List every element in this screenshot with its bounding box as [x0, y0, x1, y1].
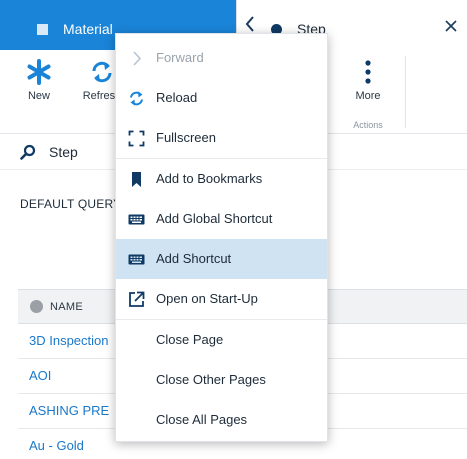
row-link[interactable]: Au - Gold: [29, 438, 84, 453]
ribbon-divider: [405, 56, 406, 128]
material-tab-icon: [37, 24, 48, 35]
new-button[interactable]: New: [16, 50, 62, 114]
refresh-icon: [89, 59, 115, 85]
more-vertical-icon: [355, 59, 381, 85]
menu-item-label: Close Page: [156, 332, 224, 347]
ribbon-group-label: Actions: [353, 120, 383, 130]
status-column-icon: [30, 300, 43, 313]
menu-item-add-global-shortcut[interactable]: Add Global Shortcut: [116, 199, 327, 239]
fullscreen-icon: [128, 130, 145, 147]
menu-item-label: Close All Pages: [156, 412, 248, 427]
menu-item-label: Forward: [156, 50, 204, 65]
menu-item-add-to-bookmarks[interactable]: Add to Bookmarks: [116, 159, 327, 199]
menu-item-reload[interactable]: Reload: [116, 78, 327, 118]
menu-item-close-other-pages[interactable]: Close Other Pages: [116, 360, 327, 400]
keyboard-icon: [128, 251, 145, 268]
tab-material-label: Material: [63, 21, 113, 37]
menu-item-label: Open on Start-Up: [156, 291, 258, 306]
chevron-left-icon[interactable]: [244, 15, 260, 35]
open-external-icon: [128, 291, 145, 308]
menu-item-forward: Forward: [116, 38, 327, 78]
tab-context-menu: Forward Reload Fullscreen Add to Bookmar…: [115, 33, 328, 442]
query-section-label: DEFAULT QUERY: [20, 197, 122, 211]
menu-item-label: Close Other Pages: [156, 372, 266, 387]
menu-item-fullscreen[interactable]: Fullscreen: [116, 118, 327, 158]
menu-item-label: Fullscreen: [156, 130, 216, 145]
row-link[interactable]: 3D Inspection: [29, 333, 109, 348]
reload-icon: [128, 90, 145, 107]
menu-item-close-page[interactable]: Close Page: [116, 320, 327, 360]
new-button-label: New: [27, 90, 50, 102]
row-link[interactable]: AOI: [29, 368, 51, 383]
menu-item-close-all-pages[interactable]: Close All Pages: [116, 400, 327, 440]
asterisk-icon: [26, 59, 52, 85]
more-button[interactable]: More: [344, 50, 392, 114]
search-icon: [20, 144, 36, 160]
close-tab-icon[interactable]: [444, 19, 458, 33]
name-column-header[interactable]: NAME: [50, 301, 83, 313]
more-button-label: More: [355, 90, 381, 102]
chevron-right-icon: [128, 50, 145, 67]
row-link[interactable]: ASHING PRE: [29, 403, 109, 418]
bookmark-icon: [128, 171, 145, 188]
menu-item-label: Reload: [156, 90, 198, 105]
menu-item-add-shortcut[interactable]: Add Shortcut: [116, 239, 327, 279]
menu-item-label: Add Shortcut: [156, 251, 232, 266]
keyboard-icon: [128, 211, 145, 228]
menu-item-open-on-start-up[interactable]: Open on Start-Up: [116, 279, 327, 319]
menu-item-label: Add Global Shortcut: [156, 211, 273, 226]
menu-item-label: Add to Bookmarks: [156, 171, 263, 186]
search-input[interactable]: Step: [49, 144, 78, 160]
